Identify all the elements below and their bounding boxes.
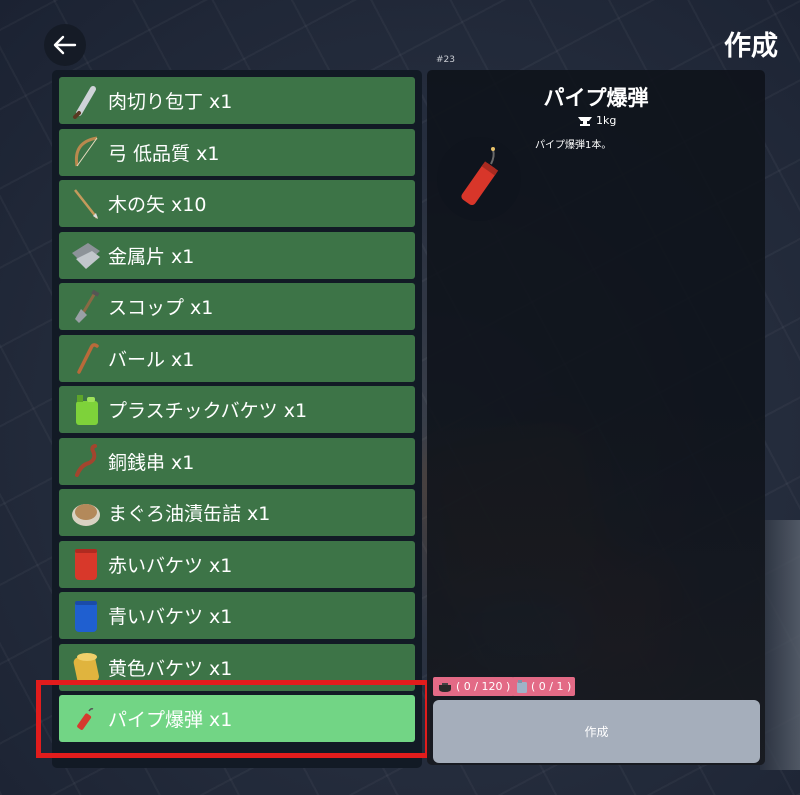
recipe-item-label: バール x1 (108, 348, 195, 371)
recipe-item-arrow[interactable]: 木の矢 x10 (59, 180, 415, 227)
copper-coin-string-icon (69, 441, 103, 481)
canister-icon (517, 679, 527, 693)
recipe-item-label: 弓 低品質 x1 (108, 142, 220, 165)
recipe-item-pipe-bomb[interactable]: パイプ爆弾 x1 (59, 695, 415, 742)
crowbar-icon (69, 338, 103, 378)
recipe-item-metal-scrap[interactable]: 金属片 x1 (59, 231, 415, 279)
recipe-item-label: プラスチックバケツ x1 (108, 400, 308, 422)
scene-machine (760, 520, 800, 770)
yellow-barrel-icon (69, 647, 103, 687)
recipe-detail-panel: パイプ爆弾 1kg パイプ爆弾1本。 (427, 70, 765, 765)
recipe-item-label: 赤いバケツ x1 (108, 554, 233, 577)
detail-weight: 1kg (577, 114, 616, 127)
recipe-item-label: 銅銭串 x1 (108, 451, 195, 474)
metal-scrap-icon (69, 235, 103, 275)
back-button[interactable] (44, 24, 86, 66)
recipe-item-label: 黄色バケツ x1 (108, 657, 233, 680)
requirement-count: ( 0 / 120 ) (456, 680, 511, 693)
detail-title: パイプ爆弾 (543, 86, 649, 110)
recipe-item-shovel[interactable]: スコップ x1 (59, 283, 415, 330)
red-barrel-icon (69, 544, 103, 584)
cleaver-icon (69, 81, 103, 121)
pipe-bomb-icon (69, 699, 103, 739)
arrow-icon (69, 184, 103, 224)
recipe-item-label: 金属片 x1 (108, 245, 195, 268)
recipe-item-tuna-can[interactable]: まぐろ油漬缶詰 x1 (59, 489, 415, 536)
pot-icon (439, 682, 451, 692)
detail-description: パイプ爆弾1本。 (535, 140, 612, 151)
recipe-item-red-barrel[interactable]: 赤いバケツ x1 (59, 540, 415, 588)
shovel-icon (69, 287, 103, 327)
recipe-item-copper-coin-string[interactable]: 銅銭串 x1 (59, 437, 415, 485)
requirement-count: ( 0 / 1 ) (531, 680, 572, 693)
recipe-item-cleaver[interactable]: 肉切り包丁 x1 (59, 77, 415, 124)
recipe-item-plastic-jerrycan[interactable]: プラスチックバケツ x1 (59, 386, 415, 433)
anvil-icon (578, 116, 592, 126)
plastic-jerrycan-icon (69, 390, 103, 430)
screen-title: 作成 (724, 31, 778, 62)
recipe-item-label: 青いバケツ x1 (108, 606, 233, 628)
bow-icon (69, 132, 103, 172)
requirement-badge: ( 0 / 1 ) (512, 677, 576, 696)
detail-weight-value: 1kg (596, 114, 617, 127)
requirement-badge: ( 0 / 120 ) (433, 677, 515, 696)
recipe-id: #23 (436, 55, 455, 65)
recipe-item-crowbar[interactable]: バール x1 (59, 334, 415, 382)
recipe-item-blue-barrel[interactable]: 青いバケツ x1 (59, 592, 415, 639)
detail-image (437, 137, 521, 221)
recipe-item-label: 木の矢 x10 (108, 194, 207, 216)
craft-button[interactable]: 作成 (433, 700, 760, 763)
recipe-item-label: パイプ爆弾 x1 (108, 709, 233, 731)
recipe-item-label: スコップ x1 (108, 297, 214, 319)
pipe-bomb-icon (461, 147, 499, 206)
recipe-item-label: 肉切り包丁 x1 (108, 91, 233, 113)
recipe-list[interactable]: 肉切り包丁 x1 弓 低品質 x1 木の矢 x10 金属片 x1 スコップ x1… (52, 70, 422, 768)
blue-barrel-icon (69, 596, 103, 636)
recipe-item-label: まぐろ油漬缶詰 x1 (108, 503, 271, 525)
recipe-item-bow[interactable]: 弓 低品質 x1 (59, 128, 415, 176)
arrow-left-icon (53, 35, 77, 55)
tuna-can-icon (69, 493, 103, 533)
recipe-item-yellow-barrel[interactable]: 黄色バケツ x1 (59, 643, 415, 691)
